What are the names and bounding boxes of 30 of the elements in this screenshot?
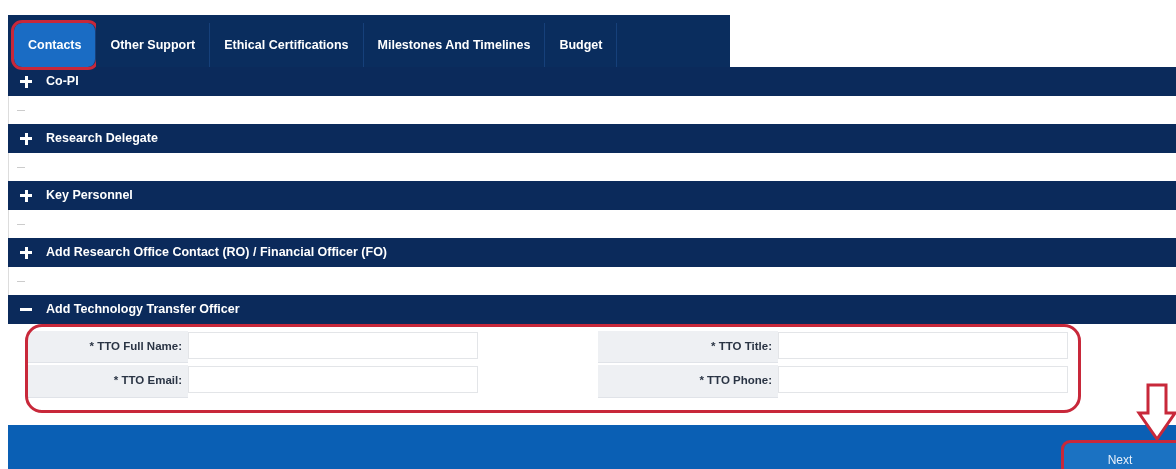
tab[interactable]: Other Support xyxy=(96,23,211,67)
section-title: Key Personnel xyxy=(46,187,133,205)
expand-icon[interactable] xyxy=(20,132,32,145)
section-title: Add Technology Transfer Officer xyxy=(46,301,240,319)
section-header[interactable]: Add Technology Transfer Officer xyxy=(8,295,1176,324)
dash-icon xyxy=(17,109,25,111)
section-header[interactable]: Co-PI xyxy=(8,67,1176,96)
tab[interactable]: Contacts xyxy=(14,23,97,67)
down-arrow-icon xyxy=(1136,383,1176,441)
input-field[interactable] xyxy=(778,366,1068,394)
expand-icon[interactable] xyxy=(20,75,32,88)
section-title: Research Delegate xyxy=(46,130,158,148)
next-button[interactable]: Next xyxy=(1064,443,1176,469)
dash-icon xyxy=(17,223,25,225)
input-field[interactable] xyxy=(188,332,478,359)
input-field[interactable] xyxy=(778,332,1068,359)
section-header[interactable]: Research Delegate xyxy=(8,124,1176,153)
dash-icon xyxy=(17,166,25,168)
field-label: * TTO Phone: xyxy=(598,365,778,398)
section-title: Co-PI xyxy=(46,73,79,91)
field-label: * TTO Full Name: xyxy=(28,331,188,364)
section-header[interactable]: Key Personnel xyxy=(8,181,1176,210)
section-header[interactable]: Add Research Office Contact (RO) / Financial Officer (FO) xyxy=(8,238,1176,267)
expand-icon[interactable] xyxy=(20,246,32,259)
field-label: * TTO Email: xyxy=(28,365,188,398)
dash-icon xyxy=(17,280,25,282)
input-field[interactable] xyxy=(188,366,478,394)
expand-icon[interactable] xyxy=(20,189,32,202)
section-title: Add Research Office Contact (RO) / Financial Officer (FO) xyxy=(46,244,388,262)
field-label: * TTO Title: xyxy=(598,331,778,364)
